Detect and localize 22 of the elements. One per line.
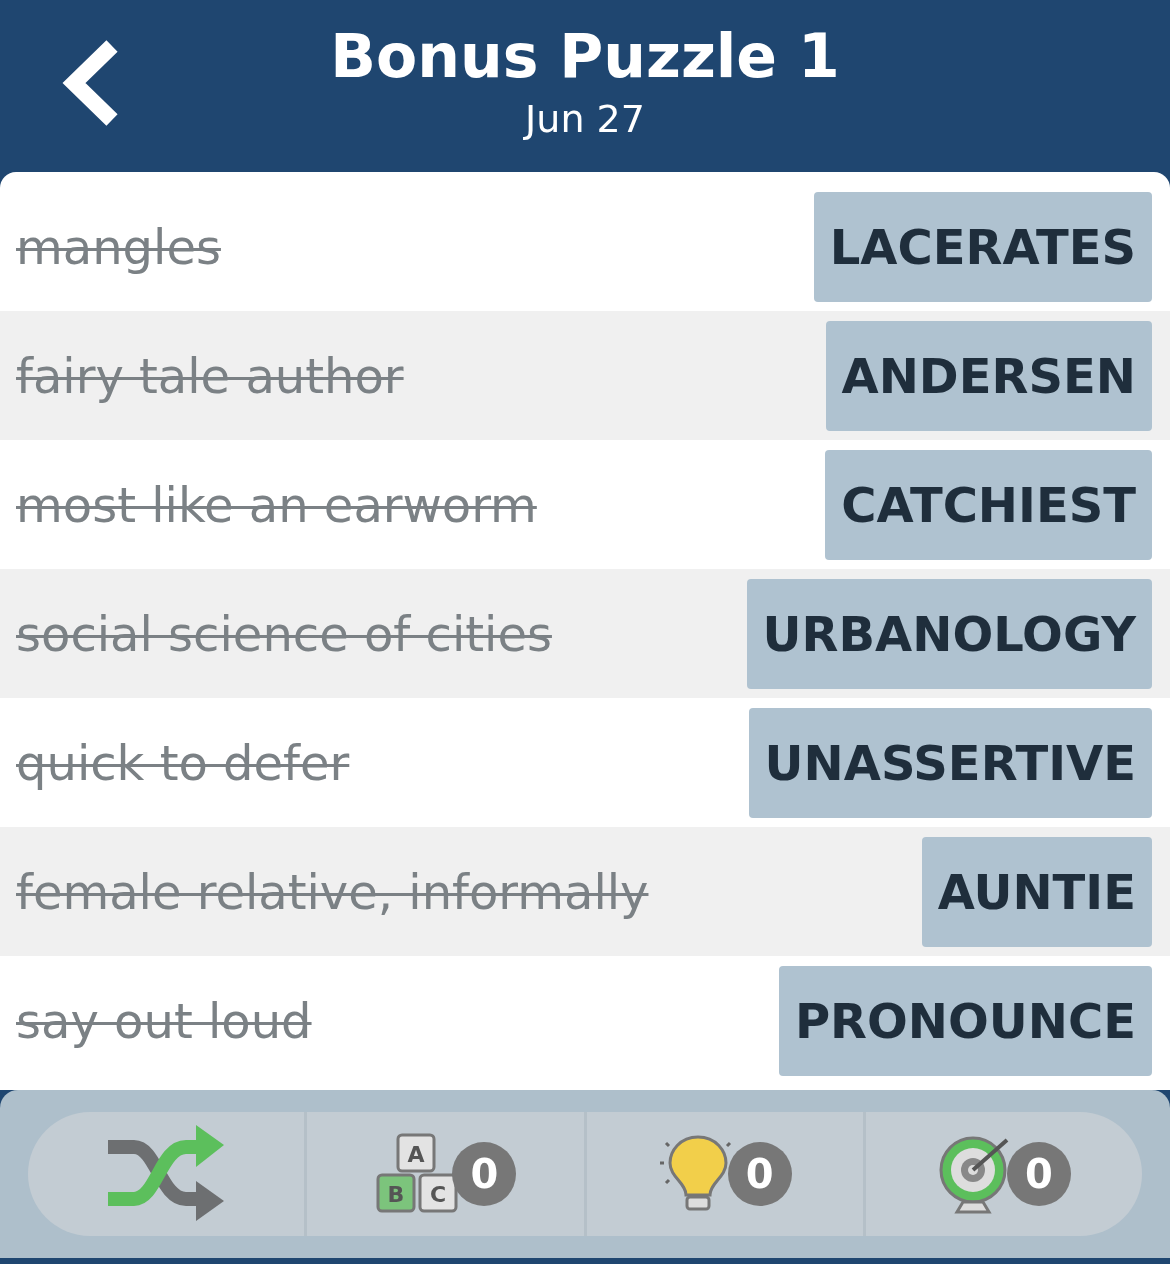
clue-text: social science of cities bbox=[16, 605, 552, 662]
clue-text: most like an earworm bbox=[16, 476, 537, 533]
answer-tile[interactable]: LACERATES bbox=[813, 191, 1152, 302]
letters-button[interactable]: A B C 0 bbox=[304, 1112, 584, 1236]
clue-text: say out loud bbox=[16, 992, 312, 1049]
answer-tile[interactable]: ANDERSEN bbox=[825, 320, 1152, 431]
clue-text: fairy tale author bbox=[16, 347, 404, 404]
count-badge: 0 bbox=[452, 1142, 517, 1206]
clue-text: quick to defer bbox=[16, 734, 350, 791]
clue-text: female relative, informally bbox=[16, 863, 649, 920]
answer-tile[interactable]: UNASSERTIVE bbox=[748, 707, 1152, 818]
clue-text: mangles bbox=[16, 218, 221, 275]
answer-tile[interactable]: URBANOLOGY bbox=[746, 578, 1152, 689]
target-button[interactable]: 0 bbox=[862, 1112, 1142, 1236]
puzzle-title: Bonus Puzzle 1 bbox=[330, 20, 840, 93]
count-badge: 0 bbox=[727, 1142, 792, 1206]
puzzle-date: Jun 27 bbox=[525, 96, 645, 143]
answer-tile[interactable]: AUNTIE bbox=[921, 836, 1152, 947]
answer-tile[interactable]: PRONOUNCE bbox=[778, 965, 1152, 1076]
hint-button[interactable]: 0 bbox=[583, 1112, 863, 1236]
answer-tile[interactable]: CATCHIEST bbox=[825, 449, 1152, 560]
count-badge: 0 bbox=[1006, 1142, 1071, 1206]
